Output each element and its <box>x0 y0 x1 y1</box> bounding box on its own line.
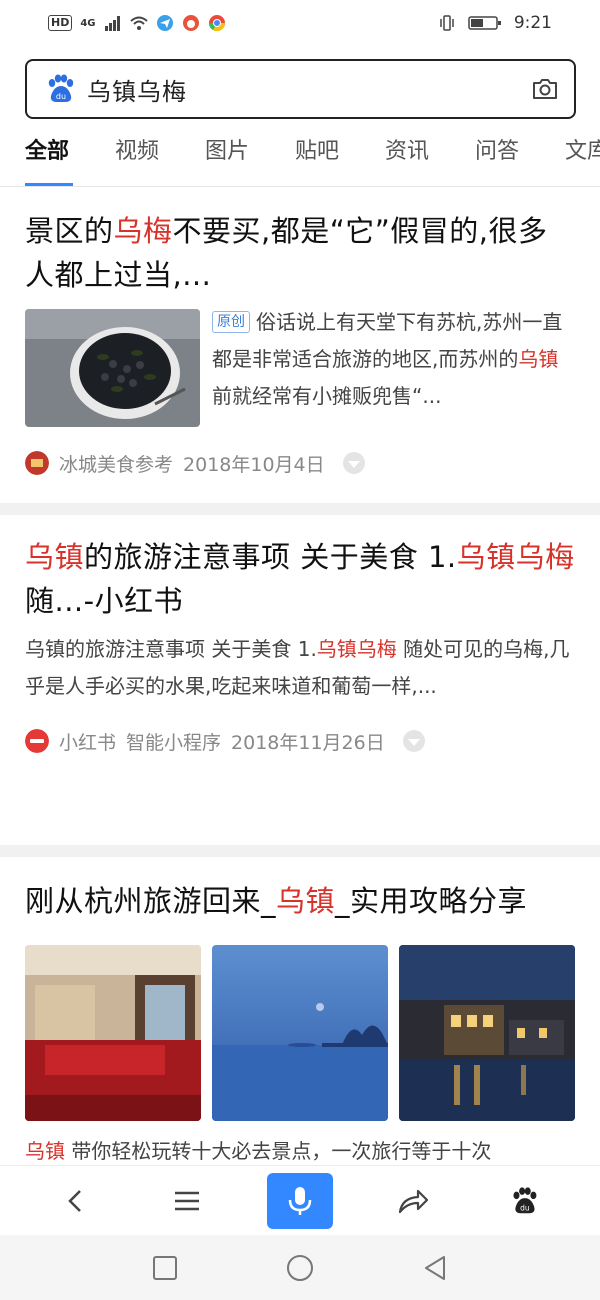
home-circle-icon[interactable] <box>286 1254 314 1282</box>
result-source[interactable]: 冰城美食参考 <box>59 450 173 477</box>
system-nav-bar <box>0 1235 600 1300</box>
menu-button[interactable] <box>155 1173 219 1229</box>
share-button[interactable] <box>381 1173 445 1229</box>
result-title[interactable]: 景区的乌梅不要买,都是“它”假冒的,很多人都上过当,... <box>25 187 575 297</box>
result-date: 2018年11月26日 <box>231 731 385 754</box>
result-card[interactable]: 刚从杭州旅游回来_乌镇_实用攻略分享 乌镇 带你轻松玩转十大必去景点，一次旅行等… <box>0 857 600 1170</box>
result-card[interactable]: 景区的乌梅不要买,都是“它”假冒的,很多人都上过当,... 原创 俗话说上有天堂… <box>0 187 600 503</box>
microphone-icon <box>288 1186 312 1215</box>
result-title[interactable]: 乌镇的旅游注意事项 关于美食 1.乌镇乌梅 随...-小红书 <box>25 515 575 623</box>
signal-icon <box>104 16 120 31</box>
search-input[interactable]: 乌镇乌梅 <box>87 72 187 107</box>
wuzhen-night-image[interactable] <box>399 945 575 1121</box>
mini-program-tag: 智能小程序 <box>126 731 222 754</box>
result-snippet: 乌镇的旅游注意事项 关于美食 1.乌镇乌梅 随处可见的乌梅,几乎是人手必买的水果… <box>25 637 570 698</box>
wifi-icon <box>129 16 148 30</box>
result-title[interactable]: 刚从杭州旅游回来_乌镇_实用攻略分享 <box>25 857 575 923</box>
result-meta: 小红书 智能小程序 2018年11月26日 <box>25 711 575 771</box>
xiaohongshu-logo-icon <box>25 729 49 753</box>
result-date: 2018年10月4日 <box>183 453 325 476</box>
result-image-row <box>25 945 575 1121</box>
network-type: 4G <box>80 17 96 29</box>
result-thumbnail[interactable] <box>25 309 200 427</box>
status-bar: HD 4G 9:21 <box>0 0 600 46</box>
search-bar[interactable]: du 乌镇乌梅 <box>25 59 576 119</box>
chrome-app-icon <box>208 15 225 32</box>
hotel-room-image[interactable] <box>25 945 201 1121</box>
chevron-left-icon <box>68 1189 81 1212</box>
menu-icon <box>175 1191 200 1210</box>
voice-search-button[interactable] <box>266 1172 333 1229</box>
battery-icon <box>468 16 501 30</box>
result-snippet: 原创 俗话说上有天堂下有苏杭,苏州一直都是非常适合旅游的地区,而苏州的乌镇前就经常… <box>212 310 563 408</box>
baidu-paw-icon: du <box>48 74 74 102</box>
chevron-down-icon[interactable] <box>402 730 425 752</box>
tab-video[interactable]: 视频 <box>115 130 205 186</box>
tab-all[interactable]: 全部 <box>25 130 115 186</box>
tab-tieba[interactable]: 贴吧 <box>295 130 385 186</box>
result-card[interactable]: 乌镇的旅游注意事项 关于美食 1.乌镇乌梅 随...-小红书 乌镇的旅游注意事项… <box>0 515 600 845</box>
recents-square-icon[interactable] <box>152 1255 178 1281</box>
bottom-toolbar: du <box>0 1165 600 1235</box>
chevron-down-icon[interactable] <box>342 452 365 474</box>
share-arrow-icon <box>398 1189 428 1213</box>
lake-image[interactable] <box>212 945 388 1121</box>
baidu-paw-icon: du <box>513 1186 537 1213</box>
result-meta: 冰城美食参考 2018年10月4日 <box>25 433 575 493</box>
category-tabs: 全部 视频 图片 贴吧 资讯 问答 文库 <box>0 130 600 186</box>
camera-icon[interactable] <box>530 74 560 104</box>
weibo-app-icon <box>182 15 199 31</box>
back-triangle-icon[interactable] <box>422 1255 448 1281</box>
vibrate-icon <box>440 15 454 31</box>
back-button[interactable] <box>44 1173 108 1229</box>
baidu-home-button[interactable]: du <box>492 1173 556 1229</box>
tab-news[interactable]: 资讯 <box>385 130 475 186</box>
results-list: 景区的乌梅不要买,都是“它”假冒的,很多人都上过当,... 原创 俗话说上有天堂… <box>0 187 600 1170</box>
tab-qa[interactable]: 问答 <box>475 130 565 186</box>
clock: 9:21 <box>513 13 552 33</box>
source-logo-icon <box>25 451 49 475</box>
original-badge: 原创 <box>212 311 250 333</box>
result-source[interactable]: 小红书 <box>59 728 116 755</box>
svg-text:du: du <box>56 92 66 101</box>
card-separator <box>0 845 600 857</box>
paper-plane-app-icon <box>156 15 173 31</box>
tab-wenku[interactable]: 文库 <box>565 130 600 186</box>
svg-text:du: du <box>520 1203 530 1212</box>
card-separator <box>0 503 600 515</box>
hd-indicator: HD <box>48 15 73 31</box>
tab-images[interactable]: 图片 <box>205 130 295 186</box>
